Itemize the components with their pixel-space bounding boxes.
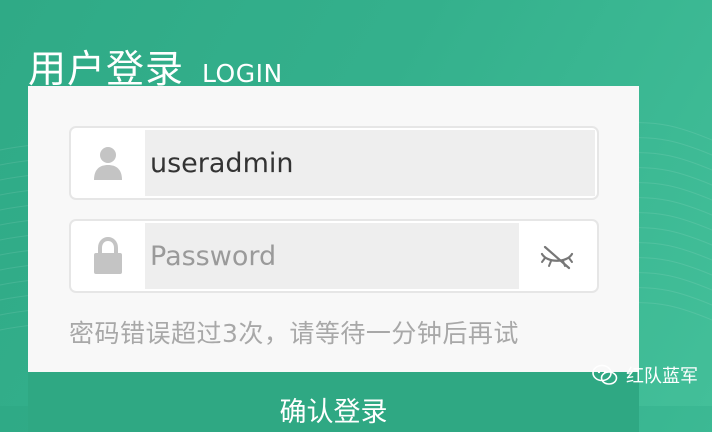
password-field [69,219,599,293]
login-header: 用户登录 LOGIN [28,38,283,93]
watermark: 红队蓝军 [592,362,698,388]
lock-icon [71,221,145,291]
username-input[interactable] [145,130,595,196]
watermark-text: 红队蓝军 [626,366,698,387]
page-title: 用户登录 [28,47,185,91]
eye-off-icon [540,245,574,270]
password-input[interactable] [145,223,519,289]
error-message: 密码错误超过3次，请等待一分钟后再试 [69,319,519,348]
wechat-icon [592,364,618,385]
login-panel: 密码错误超过3次，请等待一分钟后再试 [28,86,639,416]
user-icon [71,128,145,198]
username-field [69,126,599,200]
login-button[interactable]: 确认登录 [28,372,639,432]
toggle-password-visibility-button[interactable] [517,221,597,291]
page-subtitle: LOGIN [202,59,283,88]
